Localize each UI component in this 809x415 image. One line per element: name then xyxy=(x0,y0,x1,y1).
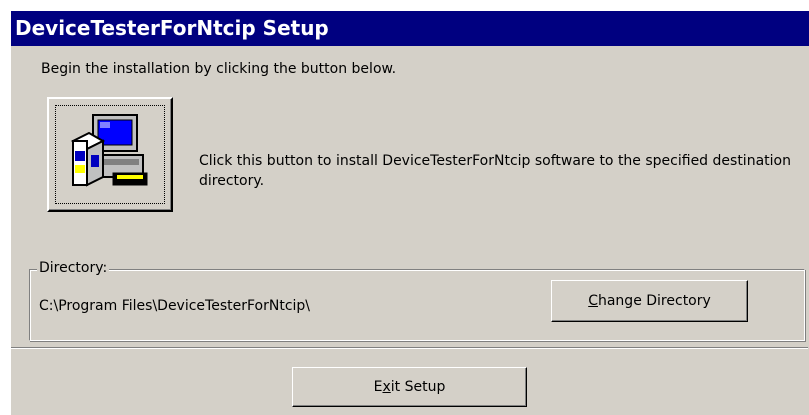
window-title: DeviceTesterForNtcip Setup xyxy=(15,16,329,40)
directory-group-label: Directory: xyxy=(37,260,110,276)
instruction-text: Begin the installation by clicking the b… xyxy=(41,61,397,77)
exit-setup-button[interactable]: Exit Setup xyxy=(292,367,527,407)
directory-path: C:\Program Files\DeviceTesterForNtcip\ xyxy=(39,298,311,314)
install-description: Click this button to install DeviceTeste… xyxy=(199,153,791,189)
change-directory-accesskey: C xyxy=(588,293,598,309)
setup-window: DeviceTesterForNtcip Setup Begin the ins… xyxy=(10,10,809,415)
exit-accesskey: x xyxy=(382,379,391,395)
change-directory-label-post: hange Directory xyxy=(597,293,711,309)
separator xyxy=(11,347,808,349)
title-bar[interactable]: DeviceTesterForNtcip Setup xyxy=(11,11,809,46)
change-directory-button[interactable]: Change Directory xyxy=(551,280,748,322)
computer-install-icon xyxy=(70,114,148,187)
install-button[interactable] xyxy=(47,97,173,212)
exit-label-post: it Setup xyxy=(390,379,446,395)
